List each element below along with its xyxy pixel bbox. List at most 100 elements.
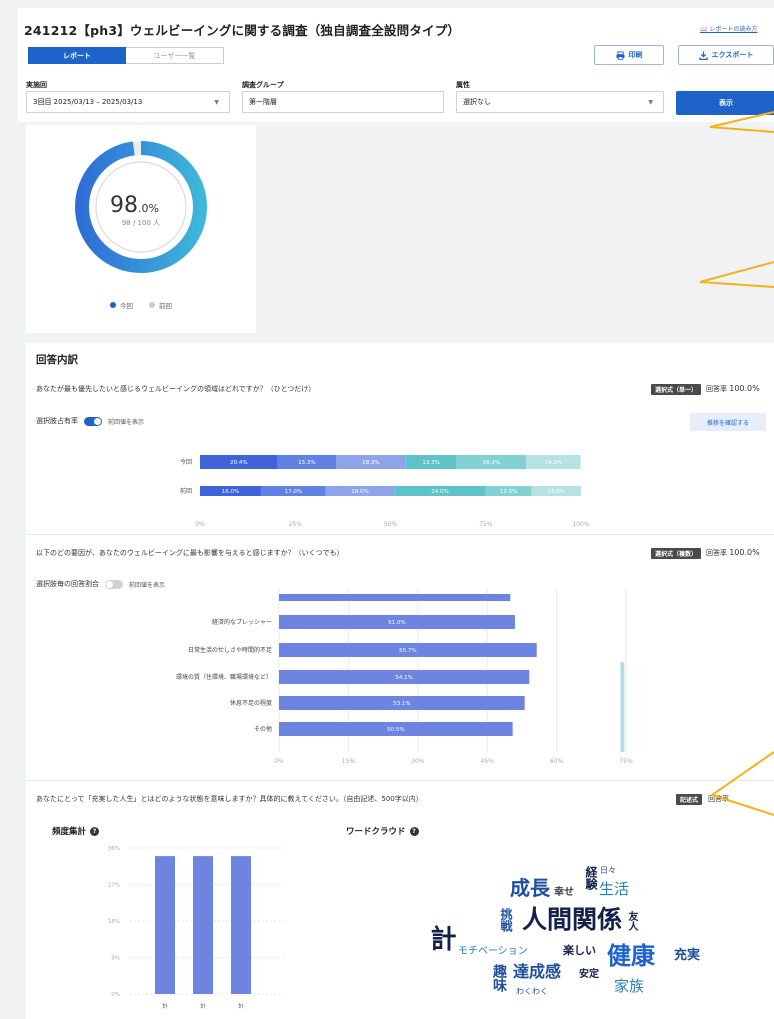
rate-percent-unit: .0% (138, 202, 159, 215)
wc-word-health: 健康 (607, 942, 655, 970)
q3-type-badge: 記述式 (676, 794, 703, 805)
x-tick-label: 計 (162, 1002, 168, 1010)
x-tick-label: 75% (479, 521, 493, 528)
printer-icon (615, 50, 625, 60)
q1-previous-toggle[interactable] (84, 416, 102, 426)
chevron-down-icon: ▼ (648, 98, 653, 106)
q3-rate-label: 回答率 (708, 795, 729, 803)
x-tick-label: 0% (274, 758, 284, 765)
report-guide-link[interactable]: 📖 レポートの読み方 (700, 24, 757, 33)
legend-previous-label: 前回 (159, 302, 172, 310)
category-label: その他 (254, 725, 272, 733)
wc-word-fun: 楽しい (563, 944, 596, 957)
q2-question: 以下のどの要因が、あなたのウェルビーイングに最も影響を与えると感じますか？（いく… (36, 549, 344, 557)
round-select[interactable]: 3回目 2025/03/13 – 2025/03/13 ▼ (26, 91, 230, 113)
bar (155, 856, 175, 994)
category-label: 休息不足の程度 (230, 699, 272, 707)
q1-rate-label: 回答率 (706, 385, 727, 393)
wc-word-days: 日々 (600, 866, 616, 875)
wc-word-excitement: わくわく (516, 987, 548, 996)
show-button[interactable]: 表示 (676, 91, 774, 115)
category-label: 今回 (180, 458, 192, 466)
breakdown-title: 回答内訳 (36, 354, 78, 366)
data-label: 20.4% (230, 460, 247, 466)
q1-rate-value: 100.0% (729, 384, 760, 393)
x-tick-label: 計 (238, 1002, 244, 1010)
category-label: 経済的なプレッシャー (212, 618, 272, 626)
data-label: 18.3% (362, 460, 379, 466)
data-label: 55.7% (399, 648, 416, 654)
tab-report[interactable]: レポート (28, 47, 126, 64)
y-tick-label: 27% (108, 883, 120, 889)
q1-question: あなたが最も優先したいと感じるウェルビーイングの領域はどれですか？（ひとつだけ） (36, 385, 316, 393)
data-label: 53.1% (393, 701, 410, 707)
q2-horizontal-bar-chart: 0% 15% 30% 45% 60% 75% 経済的なプレッシャー 51.0% 日常生活の忙しさ… (176, 588, 633, 765)
data-label: 51.0% (388, 620, 405, 626)
group-select[interactable]: 第一階層 (242, 91, 444, 113)
bar (231, 856, 251, 994)
q1-sub-label: 選択肢占有率 (36, 417, 78, 425)
q1-stacked-bar-chart: 0% 25% 50% 75% 100% 今回 20.4% 15.3% 18.3% 13.3% 18.… (180, 455, 590, 528)
rate-percent-main: 98 (110, 193, 138, 218)
wc-word-total: 計 (426, 925, 456, 951)
export-button[interactable]: エクスポート (678, 45, 774, 65)
q1-sub-options: 選択肢占有率 前回値を表示 (36, 416, 144, 426)
wc-word-family: 家族 (614, 977, 645, 995)
attribute-value: 選択なし (463, 98, 491, 106)
data-label: 14.3% (545, 460, 562, 466)
report-guide-label: レポートの読み方 (709, 26, 758, 33)
q2-rate-value: 100.0% (729, 548, 760, 557)
wc-word-hobby: 趣味 (491, 964, 507, 992)
download-icon (698, 50, 708, 60)
tab-user-list[interactable]: ユーザー一覧 (126, 47, 224, 64)
attribute-select[interactable]: 選択なし ▼ (456, 91, 664, 113)
data-label: 16.0% (222, 489, 239, 495)
frequency-bar-chart: 0% 9% 18% 27% 36% 計 計 計 (108, 846, 284, 1010)
wc-word-stability: 安定 (579, 969, 599, 980)
category-label: 日常生活の忙しさや時間的不足 (188, 646, 272, 654)
legend-previous-dot (149, 302, 155, 308)
group-label: 調査グループ (242, 81, 284, 89)
view-tabs: レポート ユーザー一覧 (28, 47, 224, 64)
wordcloud-title-label: ワードクラウド (346, 827, 406, 837)
export-label: エクスポート (711, 51, 754, 59)
rate-counts: 98 / 100 人 (122, 219, 160, 227)
help-icon[interactable]: ? (409, 826, 419, 836)
wc-word-achievement: 達成感 (513, 962, 562, 981)
data-label: 50.5% (387, 727, 404, 733)
category-label: 環境の質（住環境、職場環境など） (176, 673, 272, 681)
wc-word-fulfillment: 充実 (674, 948, 701, 963)
data-label: 17.0% (285, 489, 302, 495)
data-label: 15.3% (298, 460, 315, 466)
response-rate-donut: 98 .0% 98 / 100 人 (75, 141, 207, 273)
print-button[interactable]: 印刷 (594, 45, 664, 65)
donut-legend: 今回 前回 (26, 300, 256, 310)
x-tick-label: 60% (550, 758, 564, 765)
wordcloud-title: ワードクラウド ? (346, 825, 419, 837)
x-tick-label: 45% (481, 758, 495, 765)
book-icon: 📖 (700, 26, 708, 33)
comparison-marker-bar (620, 662, 625, 752)
data-label: 12.0% (500, 489, 517, 495)
q1-response-rate: 回答率 100.0% (706, 384, 760, 394)
legend-current-dot (110, 302, 116, 308)
q2-rate-label: 回答率 (706, 549, 727, 557)
q1-toggle-label: 前回値を表示 (108, 418, 145, 426)
data-label: 54.1% (395, 675, 412, 681)
wc-word-friend: 友人 (626, 911, 637, 931)
wc-word-growth: 成長 (510, 876, 550, 900)
q3-question: あなたにとって「充実した人生」とはどのような状態を意味しますか？具体的に教えてく… (36, 795, 423, 803)
legend-current-label: 今回 (120, 302, 133, 310)
x-tick-label: 25% (289, 521, 303, 528)
page-title: 241212【ph3】ウェルビーイングに関する調査（独自調査全設問タイプ） (24, 23, 461, 38)
y-tick-label: 0% (111, 992, 120, 998)
x-tick-label: 75% (619, 758, 633, 765)
trend-detail-button[interactable]: 推移を確認する (690, 413, 766, 431)
wc-word-relationships: 人間関係 (522, 905, 623, 934)
divider-2 (26, 780, 774, 781)
q3-response-rate: 回答率 (708, 794, 729, 804)
x-tick-label: 15% (342, 758, 356, 765)
wc-word-happiness: 幸せ (554, 887, 574, 898)
attribute-label: 属性 (456, 81, 470, 89)
x-tick-label: 計 (200, 1002, 206, 1010)
